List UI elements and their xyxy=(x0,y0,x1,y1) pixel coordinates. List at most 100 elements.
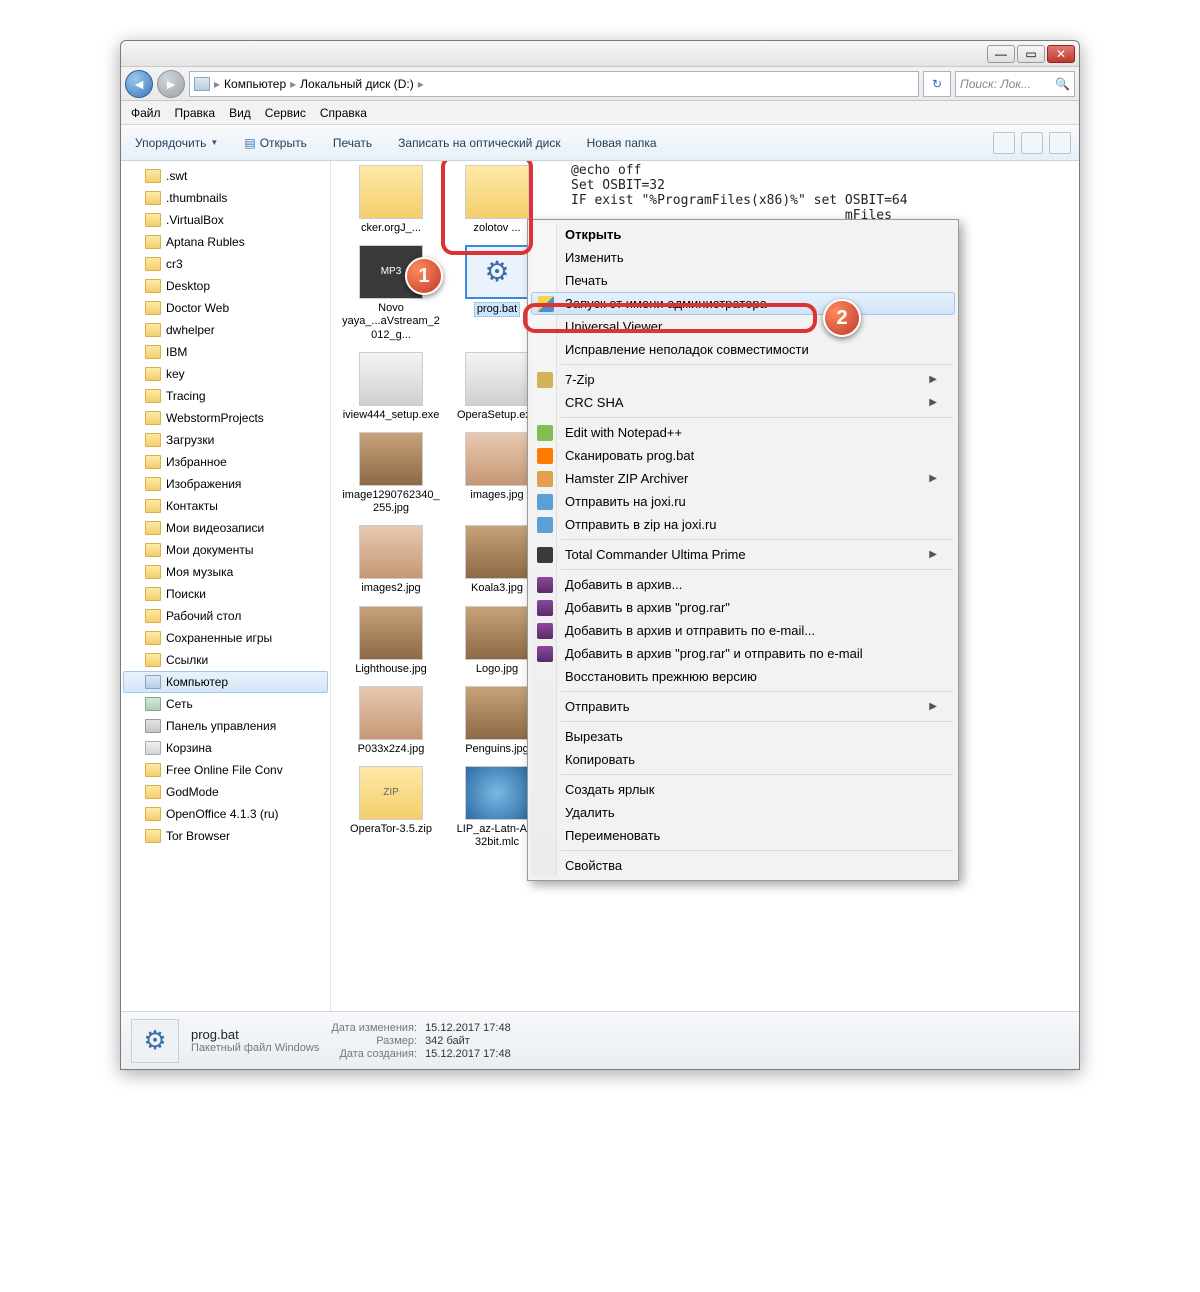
tree-item[interactable]: Компьютер xyxy=(123,671,328,693)
print-button[interactable]: Печать xyxy=(327,132,378,154)
context-item[interactable]: Свойства xyxy=(531,854,955,877)
menu-Файл[interactable]: Файл xyxy=(131,106,161,120)
submenu-arrow-icon: ▶ xyxy=(929,473,937,484)
tree-item[interactable]: OpenOffice 4.1.3 (ru) xyxy=(123,803,328,825)
search-icon: 🔍 xyxy=(1055,77,1070,91)
context-item[interactable]: CRC SHA▶ xyxy=(531,391,955,414)
context-item[interactable]: Добавить в архив и отправить по e-mail..… xyxy=(531,619,955,642)
refresh-button[interactable]: ↻ xyxy=(923,71,951,97)
context-item[interactable]: Добавить в архив... xyxy=(531,573,955,596)
file-item[interactable]: image1290762340_255.jpg xyxy=(341,432,441,515)
context-item[interactable]: Восстановить прежнюю версию xyxy=(531,665,955,688)
tree-item[interactable]: Изображения xyxy=(123,473,328,495)
context-item[interactable]: Отправить▶ xyxy=(531,695,955,718)
menu-Вид[interactable]: Вид xyxy=(229,106,251,120)
tree-item[interactable]: .swt xyxy=(123,165,328,187)
context-item[interactable]: Добавить в архив "prog.rar" и отправить … xyxy=(531,642,955,665)
tree-item[interactable]: cr3 xyxy=(123,253,328,275)
context-item[interactable]: Отправить в zip на joxi.ru xyxy=(531,513,955,536)
tree-item[interactable]: Мои документы xyxy=(123,539,328,561)
tree-item[interactable]: Панель управления xyxy=(123,715,328,737)
search-input[interactable]: Поиск: Лок... 🔍 xyxy=(955,71,1075,97)
context-item[interactable]: Создать ярлык xyxy=(531,778,955,801)
menu-Сервис[interactable]: Сервис xyxy=(265,106,306,120)
close-button[interactable]: ✕ xyxy=(1047,45,1075,63)
tree-item[interactable]: dwhelper xyxy=(123,319,328,341)
tree-item[interactable]: Free Online File Conv xyxy=(123,759,328,781)
menu-Правка[interactable]: Правка xyxy=(175,106,216,120)
tree-item[interactable]: Сеть xyxy=(123,693,328,715)
file-item[interactable]: Lighthouse.jpg xyxy=(341,606,441,676)
tree-item[interactable]: Мои видеозаписи xyxy=(123,517,328,539)
help-button[interactable] xyxy=(1049,132,1071,154)
back-button[interactable]: ◄ xyxy=(125,70,153,98)
context-item[interactable]: Переименовать xyxy=(531,824,955,847)
minimize-button[interactable]: — xyxy=(987,45,1015,63)
organize-button[interactable]: Упорядочить▼ xyxy=(129,132,224,154)
tree-item[interactable]: GodMode xyxy=(123,781,328,803)
context-item[interactable]: Открыть xyxy=(531,223,955,246)
context-item[interactable]: Добавить в архив "prog.rar" xyxy=(531,596,955,619)
tree-item[interactable]: .VirtualBox xyxy=(123,209,328,231)
context-item[interactable]: 7-Zip▶ xyxy=(531,368,955,391)
new-folder-button[interactable]: Новая папка xyxy=(581,132,663,154)
submenu-arrow-icon: ▶ xyxy=(929,549,937,560)
tree-item[interactable]: Контакты xyxy=(123,495,328,517)
joxi-icon xyxy=(537,494,553,510)
forward-button[interactable]: ► xyxy=(157,70,185,98)
context-item[interactable]: Изменить xyxy=(531,246,955,269)
tree-item[interactable]: Избранное xyxy=(123,451,328,473)
tree-item[interactable]: IBM xyxy=(123,341,328,363)
view-options-button[interactable] xyxy=(993,132,1015,154)
context-item[interactable]: Edit with Notepad++ xyxy=(531,421,955,444)
context-item[interactable]: Total Commander Ultima Prime▶ xyxy=(531,543,955,566)
context-item[interactable]: Universal Viewer xyxy=(531,315,955,338)
tree-item[interactable]: Aptana Rubles xyxy=(123,231,328,253)
context-item[interactable]: Hamster ZIP Archiver▶ xyxy=(531,467,955,490)
file-item[interactable]: P033x2z4.jpg xyxy=(341,686,441,756)
hamster-icon xyxy=(537,471,553,487)
context-item[interactable]: Удалить xyxy=(531,801,955,824)
file-item[interactable]: cker.orgJ_... xyxy=(341,165,441,235)
joxi-icon xyxy=(537,517,553,533)
npp-icon xyxy=(537,425,553,441)
context-item[interactable]: Печать xyxy=(531,269,955,292)
preview-pane-button[interactable] xyxy=(1021,132,1043,154)
tree-item[interactable]: Tracing xyxy=(123,385,328,407)
context-item[interactable]: Копировать xyxy=(531,748,955,771)
tree-item[interactable]: Корзина xyxy=(123,737,328,759)
tree-item[interactable]: Рабочий стол xyxy=(123,605,328,627)
tree-item[interactable]: key xyxy=(123,363,328,385)
menu-bar: Файл Правка Вид Сервис Справка xyxy=(121,101,1079,125)
tree-item[interactable]: WebstormProjects xyxy=(123,407,328,429)
context-item[interactable]: Вырезать xyxy=(531,725,955,748)
tree-item[interactable]: Doctor Web xyxy=(123,297,328,319)
breadcrumb-path[interactable]: Локальный диск (D:) xyxy=(300,77,414,91)
menu-Справка[interactable]: Справка xyxy=(320,106,367,120)
file-item[interactable]: iview444_setup.exe xyxy=(341,352,441,422)
context-item[interactable]: Исправление неполадок совместимости xyxy=(531,338,955,361)
tree-item[interactable]: Desktop xyxy=(123,275,328,297)
folder-tree[interactable]: .swt.thumbnails.VirtualBoxAptana Rublesc… xyxy=(121,161,331,1011)
tree-item[interactable]: Поиски xyxy=(123,583,328,605)
tc-icon xyxy=(537,547,553,563)
file-item[interactable]: images2.jpg xyxy=(341,525,441,595)
tree-item[interactable]: Tor Browser xyxy=(123,825,328,847)
status-filetype: Пакетный файл Windows xyxy=(191,1042,319,1054)
context-item[interactable]: Запуск от имени администратора xyxy=(531,292,955,315)
address-bar[interactable]: ▸ Компьютер ▸ Локальный диск (D:) ▸ xyxy=(189,71,919,97)
file-item[interactable]: ZIPOperaTor-3.5.zip xyxy=(341,766,441,849)
context-item[interactable]: Отправить на joxi.ru xyxy=(531,490,955,513)
tree-item[interactable]: Загрузки xyxy=(123,429,328,451)
maximize-button[interactable]: ▭ xyxy=(1017,45,1045,63)
tree-item[interactable]: Сохраненные игры xyxy=(123,627,328,649)
breadcrumb-root[interactable]: Компьютер xyxy=(224,77,286,91)
open-button[interactable]: ▤Открыть xyxy=(238,132,312,154)
zip7-icon xyxy=(537,372,553,388)
context-menu: ОткрытьИзменитьПечатьЗапуск от имени адм… xyxy=(527,219,959,881)
burn-button[interactable]: Записать на оптический диск xyxy=(392,132,567,154)
tree-item[interactable]: Моя музыка xyxy=(123,561,328,583)
tree-item[interactable]: Ссылки xyxy=(123,649,328,671)
tree-item[interactable]: .thumbnails xyxy=(123,187,328,209)
context-item[interactable]: Сканировать prog.bat xyxy=(531,444,955,467)
